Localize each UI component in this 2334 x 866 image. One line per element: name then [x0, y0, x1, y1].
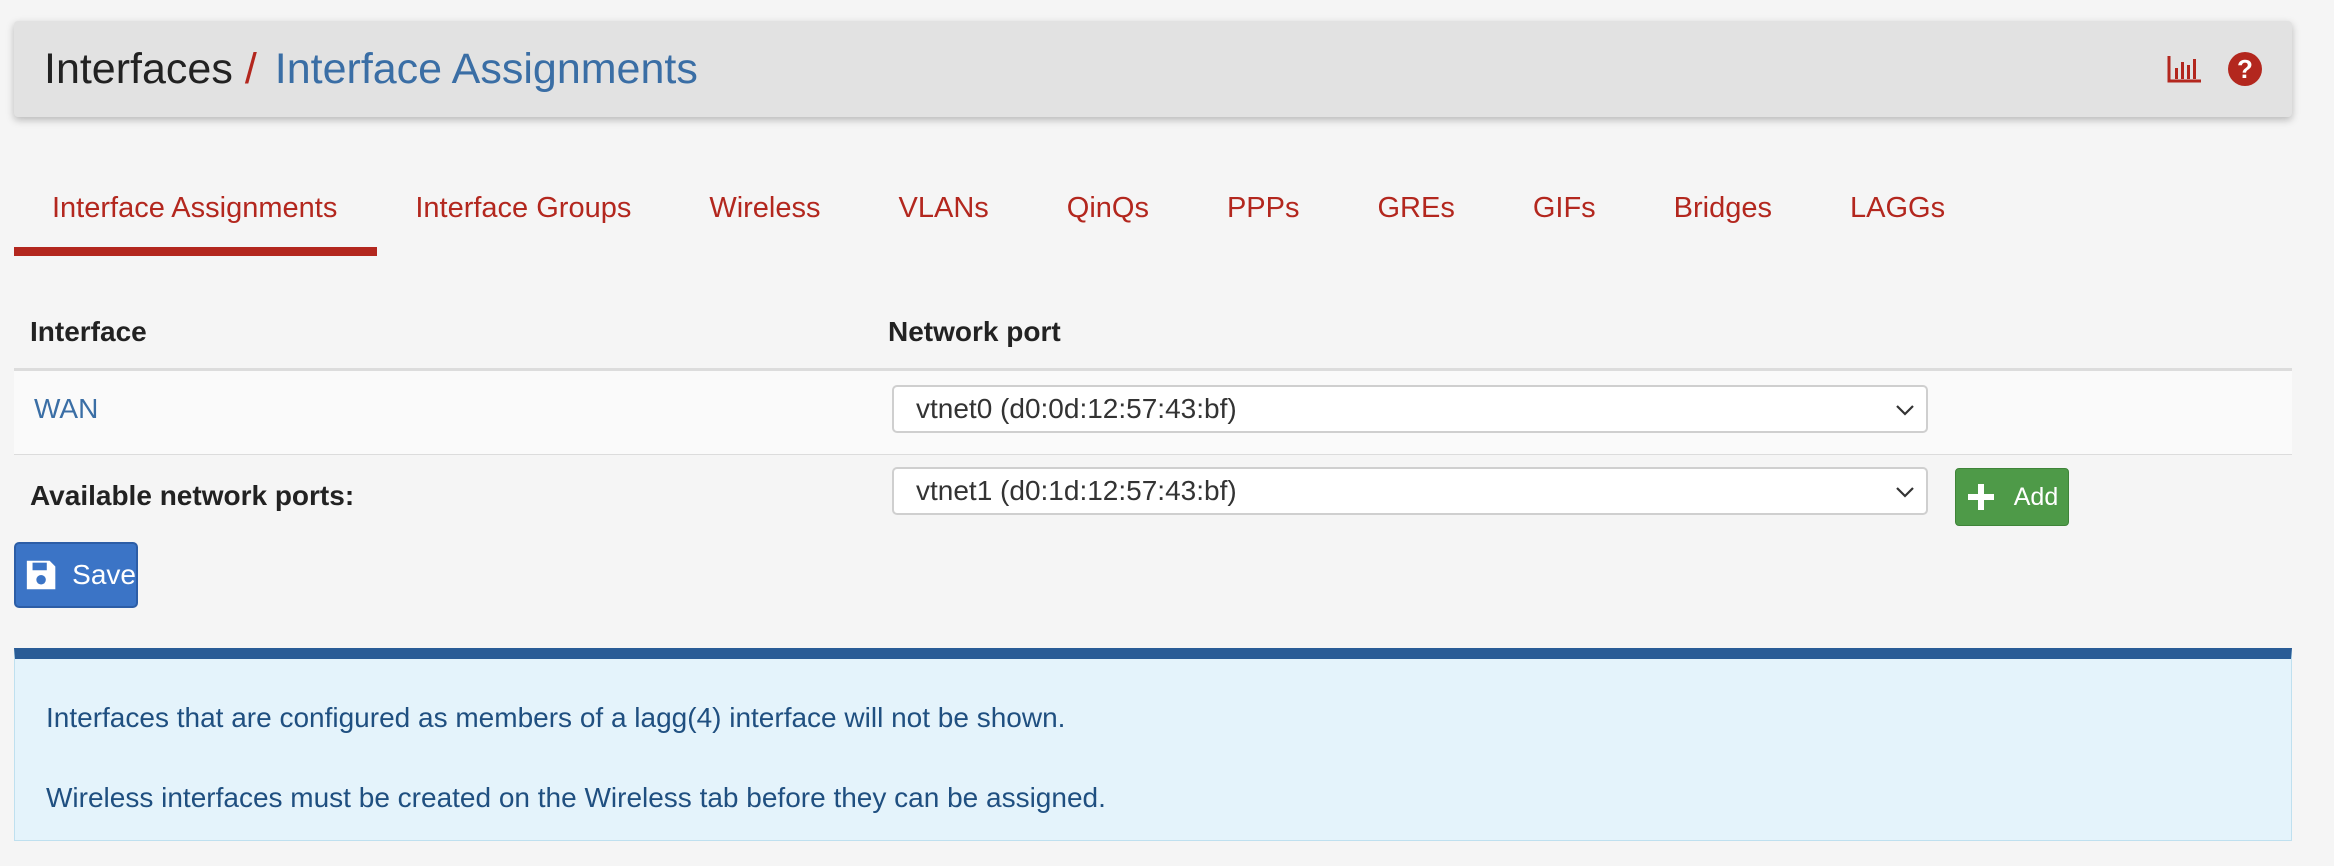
- network-port-select-wan[interactable]: vtnet0 (d0:0d:12:57:43:bf): [892, 385, 1928, 433]
- bar-chart-icon[interactable]: [2166, 50, 2204, 88]
- column-header-interface: Interface: [30, 316, 147, 347]
- tab-interface-assignments[interactable]: Interface Assignments: [14, 170, 378, 256]
- page-header: Interfaces / Interface Assignments ?: [14, 21, 2292, 117]
- tab-vlans[interactable]: VLANs: [861, 170, 1029, 256]
- tab-bridges[interactable]: Bridges: [1636, 170, 1812, 256]
- tab-qinqs[interactable]: QinQs: [1029, 170, 1189, 256]
- info-text-wireless: Wireless interfaces must be created on t…: [46, 782, 1106, 813]
- add-button-label: Add: [2013, 482, 2059, 511]
- table-row: WAN vtnet0 (d0:0d:12:57:43:bf): [14, 371, 2292, 455]
- tab-gifs[interactable]: GIFs: [1495, 170, 1636, 256]
- interface-link-wan[interactable]: WAN: [34, 393, 98, 425]
- tab-wireless[interactable]: Wireless: [671, 170, 860, 256]
- plus-icon: [1967, 484, 1994, 510]
- interface-table: Interface Network port WAN vtnet0 (d0:0d…: [14, 296, 2292, 539]
- tab-ppps[interactable]: PPPs: [1189, 170, 1340, 256]
- chevron-down-icon: [1896, 405, 1914, 416]
- save-disk-icon: [26, 560, 56, 590]
- tab-gres[interactable]: GREs: [1339, 170, 1494, 256]
- add-button[interactable]: Add: [1955, 468, 2069, 526]
- available-port-select-value: vtnet1 (d0:1d:12:57:43:bf): [916, 475, 1237, 506]
- breadcrumb-current[interactable]: Interface Assignments: [275, 45, 698, 94]
- info-text-lagg: Interfaces that are configured as member…: [46, 702, 1066, 733]
- save-button-label: Save: [72, 559, 136, 590]
- info-alert: Interfaces that are configured as member…: [14, 648, 2292, 841]
- available-ports-row: Available network ports: vtnet1 (d0:1d:1…: [14, 455, 2292, 539]
- tab-interface-groups[interactable]: Interface Groups: [377, 170, 671, 256]
- table-header-row: Interface Network port: [14, 296, 2292, 371]
- breadcrumb: Interfaces / Interface Assignments: [44, 45, 698, 94]
- header-icons: ?: [2166, 50, 2264, 88]
- network-port-select-value: vtnet0 (d0:0d:12:57:43:bf): [916, 393, 1237, 424]
- help-icon[interactable]: ?: [2226, 50, 2264, 88]
- save-button[interactable]: Save: [14, 542, 138, 608]
- breadcrumb-separator: /: [244, 44, 257, 93]
- available-ports-label: Available network ports:: [30, 480, 355, 511]
- tab-bar: Interface Assignments Interface Groups W…: [14, 170, 1985, 256]
- tab-laggs[interactable]: LAGGs: [1812, 170, 1985, 256]
- chevron-down-icon: [1896, 487, 1914, 498]
- available-port-select[interactable]: vtnet1 (d0:1d:12:57:43:bf): [892, 467, 1928, 515]
- breadcrumb-root[interactable]: Interfaces: [44, 45, 233, 94]
- svg-text:?: ?: [2237, 54, 2253, 84]
- column-header-network-port: Network port: [888, 316, 1061, 347]
